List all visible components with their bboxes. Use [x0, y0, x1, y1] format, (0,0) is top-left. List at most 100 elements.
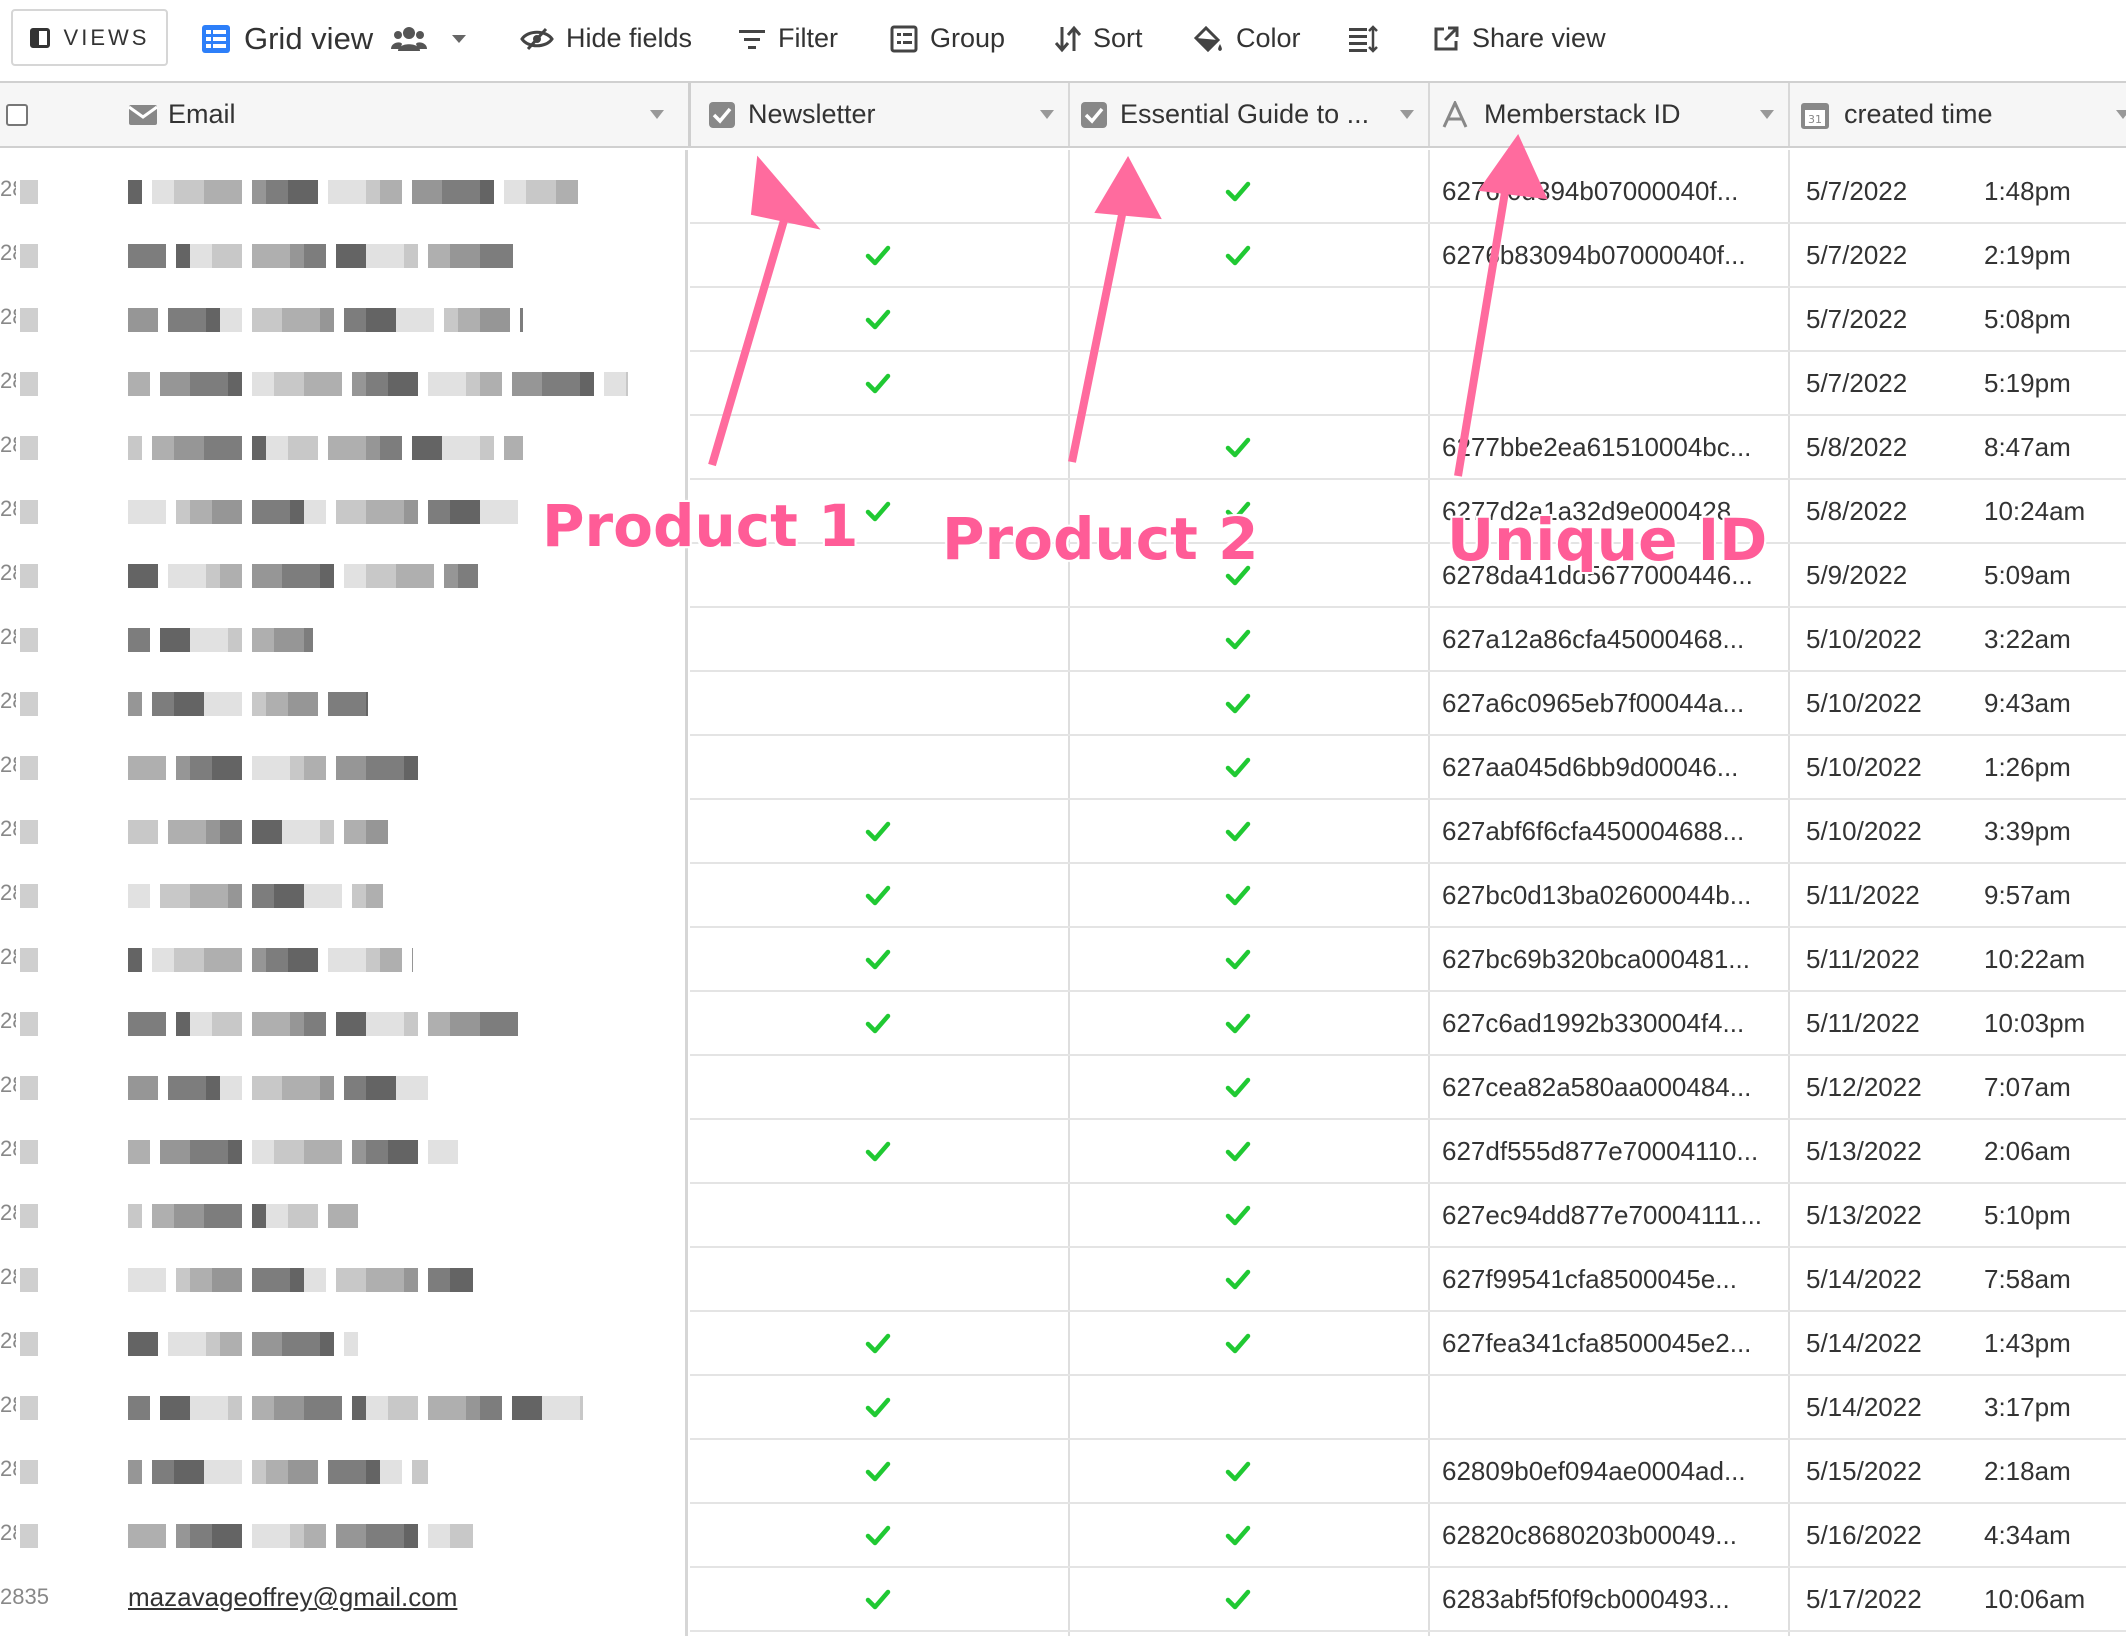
email-row[interactable]: 28 [0, 1184, 685, 1248]
created-date-cell[interactable]: 5/14/2022 [1806, 1312, 1922, 1374]
email-cell-redacted[interactable] [128, 756, 428, 780]
row-expand-handle[interactable] [20, 1524, 38, 1548]
newsletter-checkmark-icon[interactable] [865, 1330, 891, 1361]
created-date-cell[interactable]: 5/17/2022 [1806, 1568, 1922, 1630]
email-cell-redacted[interactable] [128, 180, 578, 204]
newsletter-checkmark-icon[interactable] [865, 498, 891, 529]
memberstack-id-cell[interactable]: 627ec94dd877e70004111... [1442, 1184, 1762, 1246]
created-date-cell[interactable]: 5/7/2022 [1806, 288, 1907, 350]
essential-guide-checkmark-icon[interactable] [1225, 1010, 1251, 1041]
table-row[interactable]: 627cea82a580aa000484... 5/12/2022 7:07am [690, 1056, 2126, 1120]
table-row[interactable]: 627bc69b320bca000481... 5/11/2022 10:22am [690, 928, 2126, 992]
memberstack-id-cell[interactable]: 627aa045d6bb9d00046... [1442, 736, 1738, 798]
column-divider[interactable] [1428, 83, 1430, 146]
filter-button[interactable]: Filter [738, 0, 838, 77]
row-expand-handle[interactable] [20, 948, 38, 972]
email-cell-redacted[interactable] [128, 1332, 358, 1356]
created-time-cell[interactable]: 1:43pm [1984, 1312, 2071, 1374]
email-cell-redacted[interactable] [128, 1140, 458, 1164]
row-expand-handle[interactable] [20, 244, 38, 268]
memberstack-id-cell[interactable]: 627cea82a580aa000484... [1442, 1056, 1751, 1118]
newsletter-checkmark-icon[interactable] [865, 370, 891, 401]
table-row[interactable]: 5/7/2022 5:08pm [690, 288, 2126, 352]
table-row[interactable]: 5/14/2022 3:17pm [690, 1376, 2126, 1440]
memberstack-id-cell[interactable]: 627a6c0965eb7f00044a... [1442, 672, 1744, 734]
table-row[interactable]: 627a12a86cfa45000468... 5/10/2022 3:22am [690, 608, 2126, 672]
email-cell-redacted[interactable] [128, 436, 523, 460]
group-button[interactable]: Group [890, 0, 1005, 77]
created-date-cell[interactable]: 5/11/2022 [1806, 864, 1920, 926]
created-time-cell[interactable]: 7:07am [1984, 1056, 2071, 1118]
table-row[interactable]: 627a6c0965eb7f00044a... 5/10/2022 9:43am [690, 672, 2126, 736]
email-cell-redacted[interactable] [128, 820, 388, 844]
essential-guide-checkmark-icon[interactable] [1225, 1138, 1251, 1169]
table-row[interactable]: 627abf6f6cfa450004688... 5/10/2022 3:39pm [690, 800, 2126, 864]
table-row[interactable]: 6277d2a1a32d9e000428... 5/8/2022 10:24am [690, 480, 2126, 544]
newsletter-checkmark-icon[interactable] [865, 882, 891, 913]
email-row[interactable]: 28 [0, 800, 685, 864]
row-expand-handle[interactable] [20, 692, 38, 716]
row-expand-handle[interactable] [20, 372, 38, 396]
created-date-cell[interactable]: 5/10/2022 [1806, 800, 1922, 862]
memberstack-id-cell[interactable]: 62809b0ef094ae0004ad... [1442, 1440, 1746, 1502]
created-time-cell[interactable]: 9:57am [1984, 864, 2071, 926]
table-row[interactable]: 5/7/2022 5:19pm [690, 352, 2126, 416]
table-row[interactable]: 6276f0d394b07000040f... 5/7/2022 1:48pm [690, 160, 2126, 224]
essential-guide-checkmark-icon[interactable] [1225, 1074, 1251, 1105]
essential-guide-checkmark-icon[interactable] [1225, 946, 1251, 977]
email-row[interactable]: 28 [0, 992, 685, 1056]
created-date-cell[interactable]: 5/15/2022 [1806, 1440, 1922, 1502]
memberstack-id-cell[interactable]: 6276b83094b07000040f... [1442, 224, 1746, 286]
row-expand-handle[interactable] [20, 1204, 38, 1228]
row-expand-handle[interactable] [20, 1140, 38, 1164]
table-row[interactable]: 6276b83094b07000040f... 5/7/2022 2:19pm [690, 224, 2126, 288]
row-expand-handle[interactable] [20, 436, 38, 460]
newsletter-checkmark-icon[interactable] [865, 1138, 891, 1169]
row-expand-handle[interactable] [20, 564, 38, 588]
created-time-cell[interactable]: 4:34am [1984, 1504, 2071, 1566]
column-divider[interactable] [1788, 83, 1790, 146]
essential-guide-checkmark-icon[interactable] [1225, 1522, 1251, 1553]
created-date-cell[interactable]: 5/12/2022 [1806, 1056, 1922, 1118]
email-row[interactable]: 28 [0, 1440, 685, 1504]
column-header-created-time[interactable]: 31 created time [1800, 83, 2126, 146]
created-date-cell[interactable]: 5/7/2022 [1806, 352, 1907, 414]
share-view-button[interactable]: Share view [1432, 0, 1606, 77]
created-time-cell[interactable]: 2:06am [1984, 1120, 2071, 1182]
created-time-cell[interactable]: 2:19pm [1984, 224, 2071, 286]
created-date-cell[interactable]: 5/10/2022 [1806, 672, 1922, 734]
created-date-cell[interactable]: 5/13/2022 [1806, 1120, 1922, 1182]
row-expand-handle[interactable] [20, 628, 38, 652]
email-cell-redacted[interactable] [128, 500, 523, 524]
email-row[interactable]: 28 [0, 1312, 685, 1376]
memberstack-id-cell[interactable]: 627a12a86cfa45000468... [1442, 608, 1744, 670]
email-cell-redacted[interactable] [128, 1460, 428, 1484]
created-time-cell[interactable]: 1:26pm [1984, 736, 2071, 798]
row-expand-handle[interactable] [20, 1012, 38, 1036]
email-row[interactable]: 28 [0, 864, 685, 928]
email-row[interactable]: 28 [0, 1120, 685, 1184]
table-row[interactable]: 6278da41dd5677000446... 5/9/2022 5:09am [690, 544, 2126, 608]
created-date-cell[interactable]: 5/7/2022 [1806, 160, 1907, 222]
email-row[interactable]: 28 [0, 1056, 685, 1120]
color-button[interactable]: Color [1192, 0, 1301, 77]
email-row[interactable]: 28 [0, 736, 685, 800]
email-row[interactable]: 28 [0, 1504, 685, 1568]
created-date-cell[interactable]: 5/11/2022 [1806, 992, 1920, 1054]
row-expand-handle[interactable] [20, 1076, 38, 1100]
created-date-cell[interactable]: 5/14/2022 [1806, 1248, 1922, 1310]
memberstack-id-cell[interactable]: 6283abf5f0f9cb000493... [1442, 1568, 1730, 1630]
table-row[interactable]: 62820c8680203b00049... 5/16/2022 4:34am [690, 1504, 2126, 1568]
chevron-down-icon[interactable] [1760, 110, 1774, 119]
email-cell-redacted[interactable] [128, 564, 478, 588]
email-cell-redacted[interactable] [128, 1268, 473, 1292]
grid-view-switcher[interactable]: Grid view [200, 0, 467, 77]
created-time-cell[interactable]: 2:18am [1984, 1440, 2071, 1502]
column-divider[interactable] [1068, 83, 1070, 146]
email-cell-redacted[interactable] [128, 1012, 523, 1036]
created-time-cell[interactable]: 5:10pm [1984, 1184, 2071, 1246]
email-cell-redacted[interactable] [128, 628, 313, 652]
chevron-down-icon[interactable] [650, 110, 664, 119]
email-row[interactable]: 28 [0, 416, 685, 480]
newsletter-checkmark-icon[interactable] [865, 1010, 891, 1041]
